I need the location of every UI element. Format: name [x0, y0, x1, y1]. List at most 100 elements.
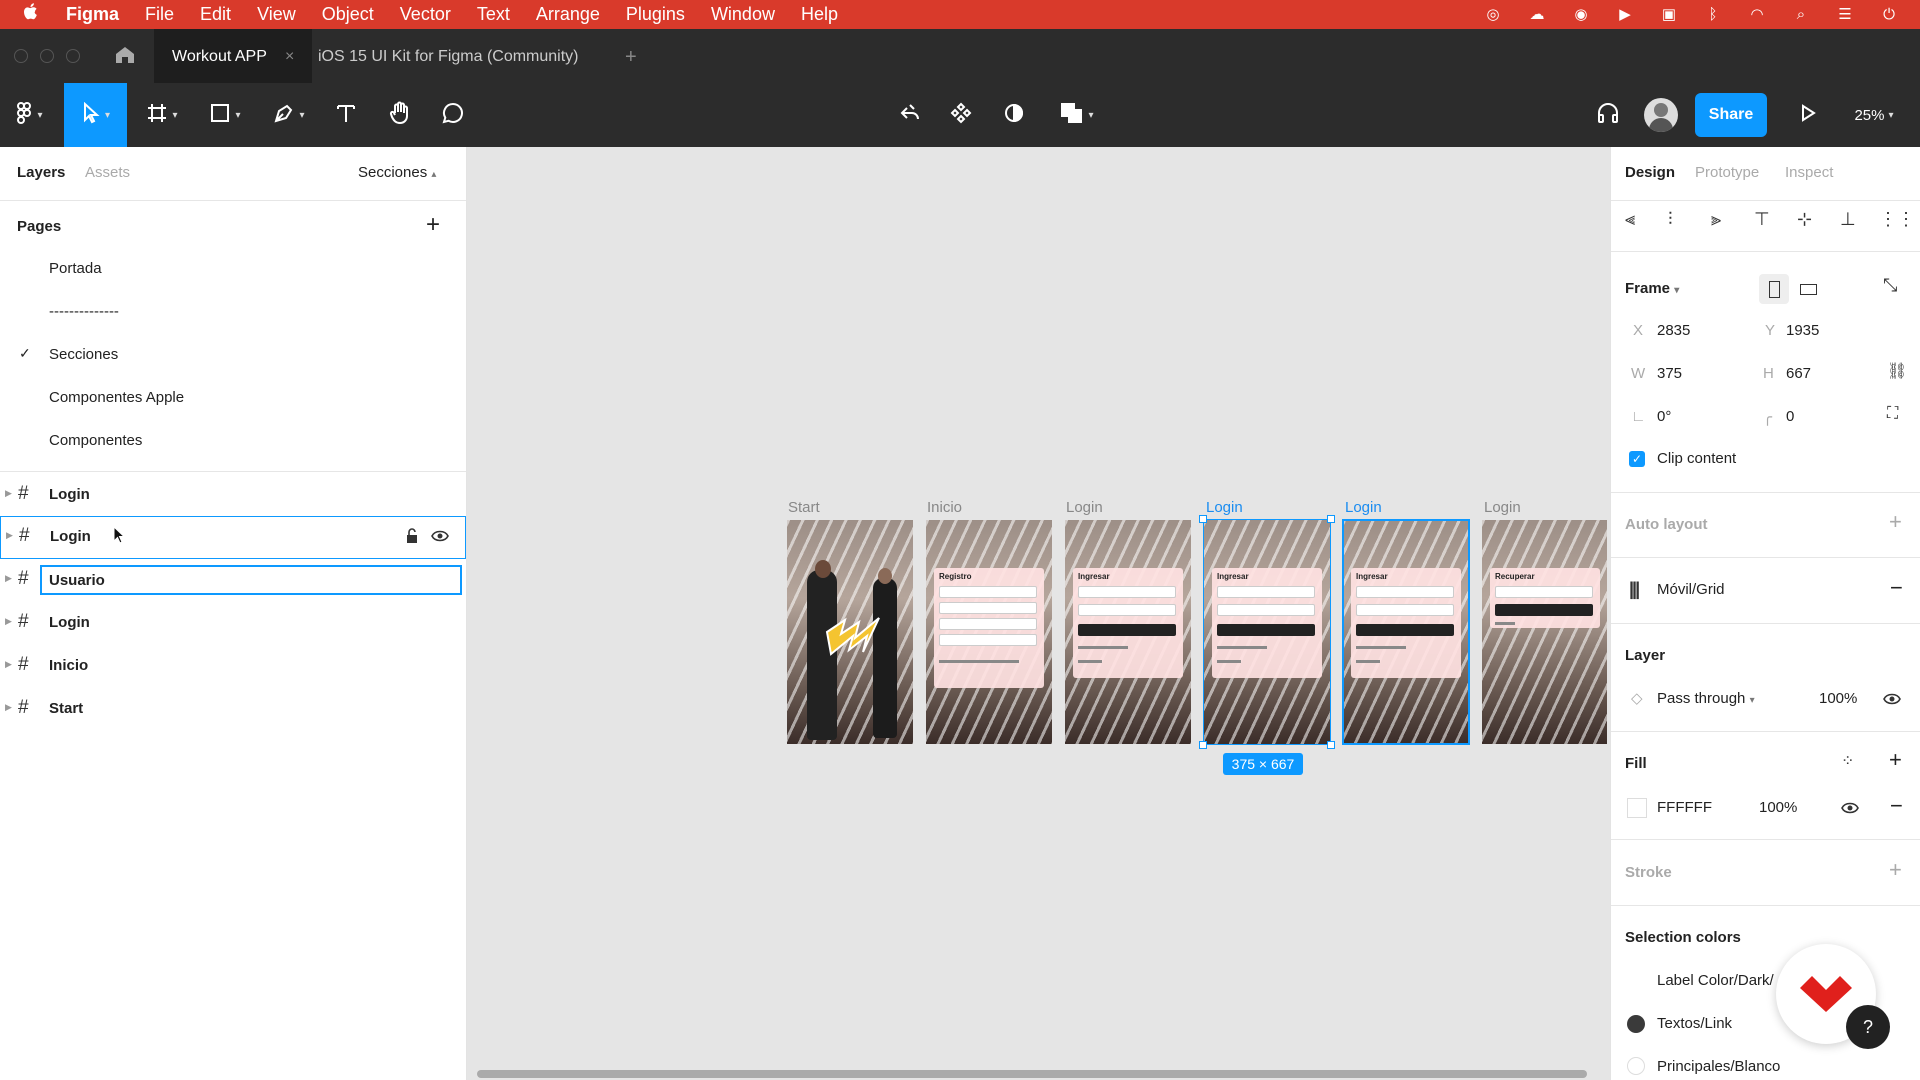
page-item-divider[interactable]: --------------	[49, 303, 119, 320]
page-selector[interactable]: Secciones ▴	[358, 164, 436, 181]
hand-tool-button[interactable]	[380, 83, 420, 147]
expand-arrow-icon[interactable]: ▶	[6, 530, 13, 541]
play-icon[interactable]: ▶	[1614, 6, 1636, 24]
home-icon[interactable]	[114, 45, 136, 70]
frame-thumbnail-login[interactable]: Ingresar	[1065, 520, 1191, 744]
mask-button[interactable]	[994, 83, 1034, 147]
frame-label[interactable]: Login	[1206, 499, 1243, 516]
align-left-icon[interactable]: ⫷	[1625, 209, 1635, 230]
rename-input[interactable]: Usuario	[40, 565, 462, 595]
height-input[interactable]: 667	[1786, 365, 1811, 382]
fill-hex-input[interactable]: FFFFFF	[1657, 799, 1712, 816]
add-stroke-button[interactable]: +	[1889, 857, 1902, 883]
resize-handle[interactable]	[1199, 741, 1207, 749]
menu-vector[interactable]: Vector	[400, 4, 451, 25]
add-fill-button[interactable]: +	[1889, 747, 1902, 773]
menu-object[interactable]: Object	[322, 4, 374, 25]
page-item-componentes[interactable]: Componentes	[49, 432, 142, 449]
tab-workout-app[interactable]: Workout APP ×	[154, 29, 313, 83]
frame-label[interactable]: Login	[1484, 499, 1521, 516]
menu-file[interactable]: File	[145, 4, 174, 25]
add-auto-layout-button[interactable]: +	[1889, 509, 1902, 535]
tab-prototype[interactable]: Prototype	[1695, 164, 1759, 181]
tab-layers[interactable]: Layers	[17, 164, 65, 181]
color-swatch[interactable]	[1627, 1057, 1645, 1075]
layer-opacity-input[interactable]: 100%	[1819, 690, 1857, 707]
unlock-icon[interactable]	[405, 528, 419, 549]
icloud-icon[interactable]: ☁	[1526, 6, 1548, 24]
remove-grid-button[interactable]: −	[1890, 575, 1903, 601]
y-input[interactable]: 1935	[1786, 322, 1819, 339]
resize-to-fit-icon[interactable]: ⤡	[1883, 275, 1897, 296]
color-swatch[interactable]	[1627, 1015, 1645, 1033]
clip-content-checkbox[interactable]: ✓	[1629, 451, 1645, 467]
audio-button[interactable]	[1588, 83, 1628, 147]
help-button[interactable]: ?	[1846, 1005, 1890, 1049]
corner-radius-input[interactable]: 0	[1786, 408, 1794, 425]
tab-inspect[interactable]: Inspect	[1785, 164, 1833, 181]
move-tool-button[interactable]: ▾	[64, 83, 127, 147]
menu-edit[interactable]: Edit	[200, 4, 231, 25]
eye-icon[interactable]	[431, 529, 449, 548]
main-menu-button[interactable]: ▾	[6, 83, 52, 147]
user-avatar[interactable]	[1644, 98, 1678, 132]
page-item-secciones[interactable]: Secciones	[49, 346, 118, 363]
comment-tool-button[interactable]	[433, 83, 473, 147]
boolean-ops-button[interactable]: ▾	[1052, 83, 1102, 147]
layer-row[interactable]: ▶ # Inicio	[0, 645, 466, 687]
frame-label[interactable]: Inicio	[927, 499, 962, 516]
layer-row[interactable]: ▶ # Start	[0, 688, 466, 730]
sync-icon[interactable]: ◉	[1570, 6, 1592, 24]
align-right-icon[interactable]: ⫸	[1711, 209, 1721, 230]
selection-color-name[interactable]: Textos/Link	[1657, 1015, 1732, 1032]
style-grid-icon[interactable]: ⁘	[1841, 751, 1854, 771]
blend-mode-dropdown[interactable]: Pass through ▾	[1657, 690, 1755, 707]
share-button[interactable]: Share	[1695, 93, 1767, 137]
menu-window[interactable]: Window	[711, 4, 775, 25]
page-item-portada[interactable]: Portada	[49, 260, 102, 277]
menu-arrange[interactable]: Arrange	[536, 4, 600, 25]
layer-row-editing[interactable]: ▶ # Usuario	[0, 559, 466, 601]
create-component-button[interactable]	[941, 83, 981, 147]
expand-arrow-icon[interactable]: ▶	[5, 488, 12, 499]
independent-corners-icon[interactable]: ⛶	[1887, 405, 1898, 423]
selection-color-name[interactable]: Principales/Blanco	[1657, 1058, 1780, 1075]
la-app-icon[interactable]: ▣	[1658, 6, 1680, 24]
window-zoom-button[interactable]	[66, 49, 80, 63]
rotation-input[interactable]: 0°	[1657, 408, 1671, 425]
expand-arrow-icon[interactable]: ▶	[5, 616, 12, 627]
menu-text[interactable]: Text	[477, 4, 510, 25]
wifi-icon[interactable]: ◠	[1746, 6, 1768, 24]
fill-color-swatch[interactable]	[1627, 798, 1647, 818]
align-bottom-icon[interactable]: ⊥	[1840, 209, 1856, 230]
fill-opacity-input[interactable]: 100%	[1759, 799, 1797, 816]
layout-grid-name[interactable]: Móvil/Grid	[1657, 581, 1725, 598]
menu-plugins[interactable]: Plugins	[626, 4, 685, 25]
resize-handle[interactable]	[1327, 515, 1335, 523]
shape-tool-button[interactable]: ▾	[200, 83, 250, 147]
selection-color-name[interactable]: Label Color/Dark/	[1657, 972, 1774, 989]
zoom-menu[interactable]: 25% ▾	[1842, 83, 1906, 147]
landscape-orientation-button[interactable]	[1793, 274, 1823, 304]
menu-app-name[interactable]: Figma	[66, 4, 119, 25]
power-icon[interactable]: ⏻	[1878, 6, 1900, 24]
frame-thumbnail-recuperar[interactable]: Recuperar	[1482, 520, 1607, 744]
tab-assets[interactable]: Assets	[85, 164, 130, 181]
add-page-button[interactable]: +	[426, 211, 440, 239]
frame-preset-dropdown[interactable]: Frame ▾	[1625, 280, 1679, 297]
spotlight-search-icon[interactable]: ⌕	[1790, 6, 1812, 24]
tab-close-icon[interactable]: ×	[285, 48, 294, 65]
align-horizontal-center-icon[interactable]: ⫶	[1668, 209, 1673, 230]
layout-grid-columns-icon[interactable]: |||	[1629, 579, 1640, 600]
menu-help[interactable]: Help	[801, 4, 838, 25]
menu-view[interactable]: View	[257, 4, 296, 25]
eye-icon[interactable]	[1841, 801, 1859, 820]
expand-arrow-icon[interactable]: ▶	[5, 702, 12, 713]
resize-handle[interactable]	[1327, 741, 1335, 749]
text-tool-button[interactable]	[326, 83, 366, 147]
resize-handle[interactable]	[1199, 515, 1207, 523]
horizontal-scrollbar[interactable]	[477, 1070, 1587, 1078]
eye-icon[interactable]	[1883, 692, 1901, 711]
align-top-icon[interactable]: ⊤	[1754, 209, 1770, 230]
constrain-proportions-icon[interactable]: ⛓	[1887, 361, 1907, 381]
